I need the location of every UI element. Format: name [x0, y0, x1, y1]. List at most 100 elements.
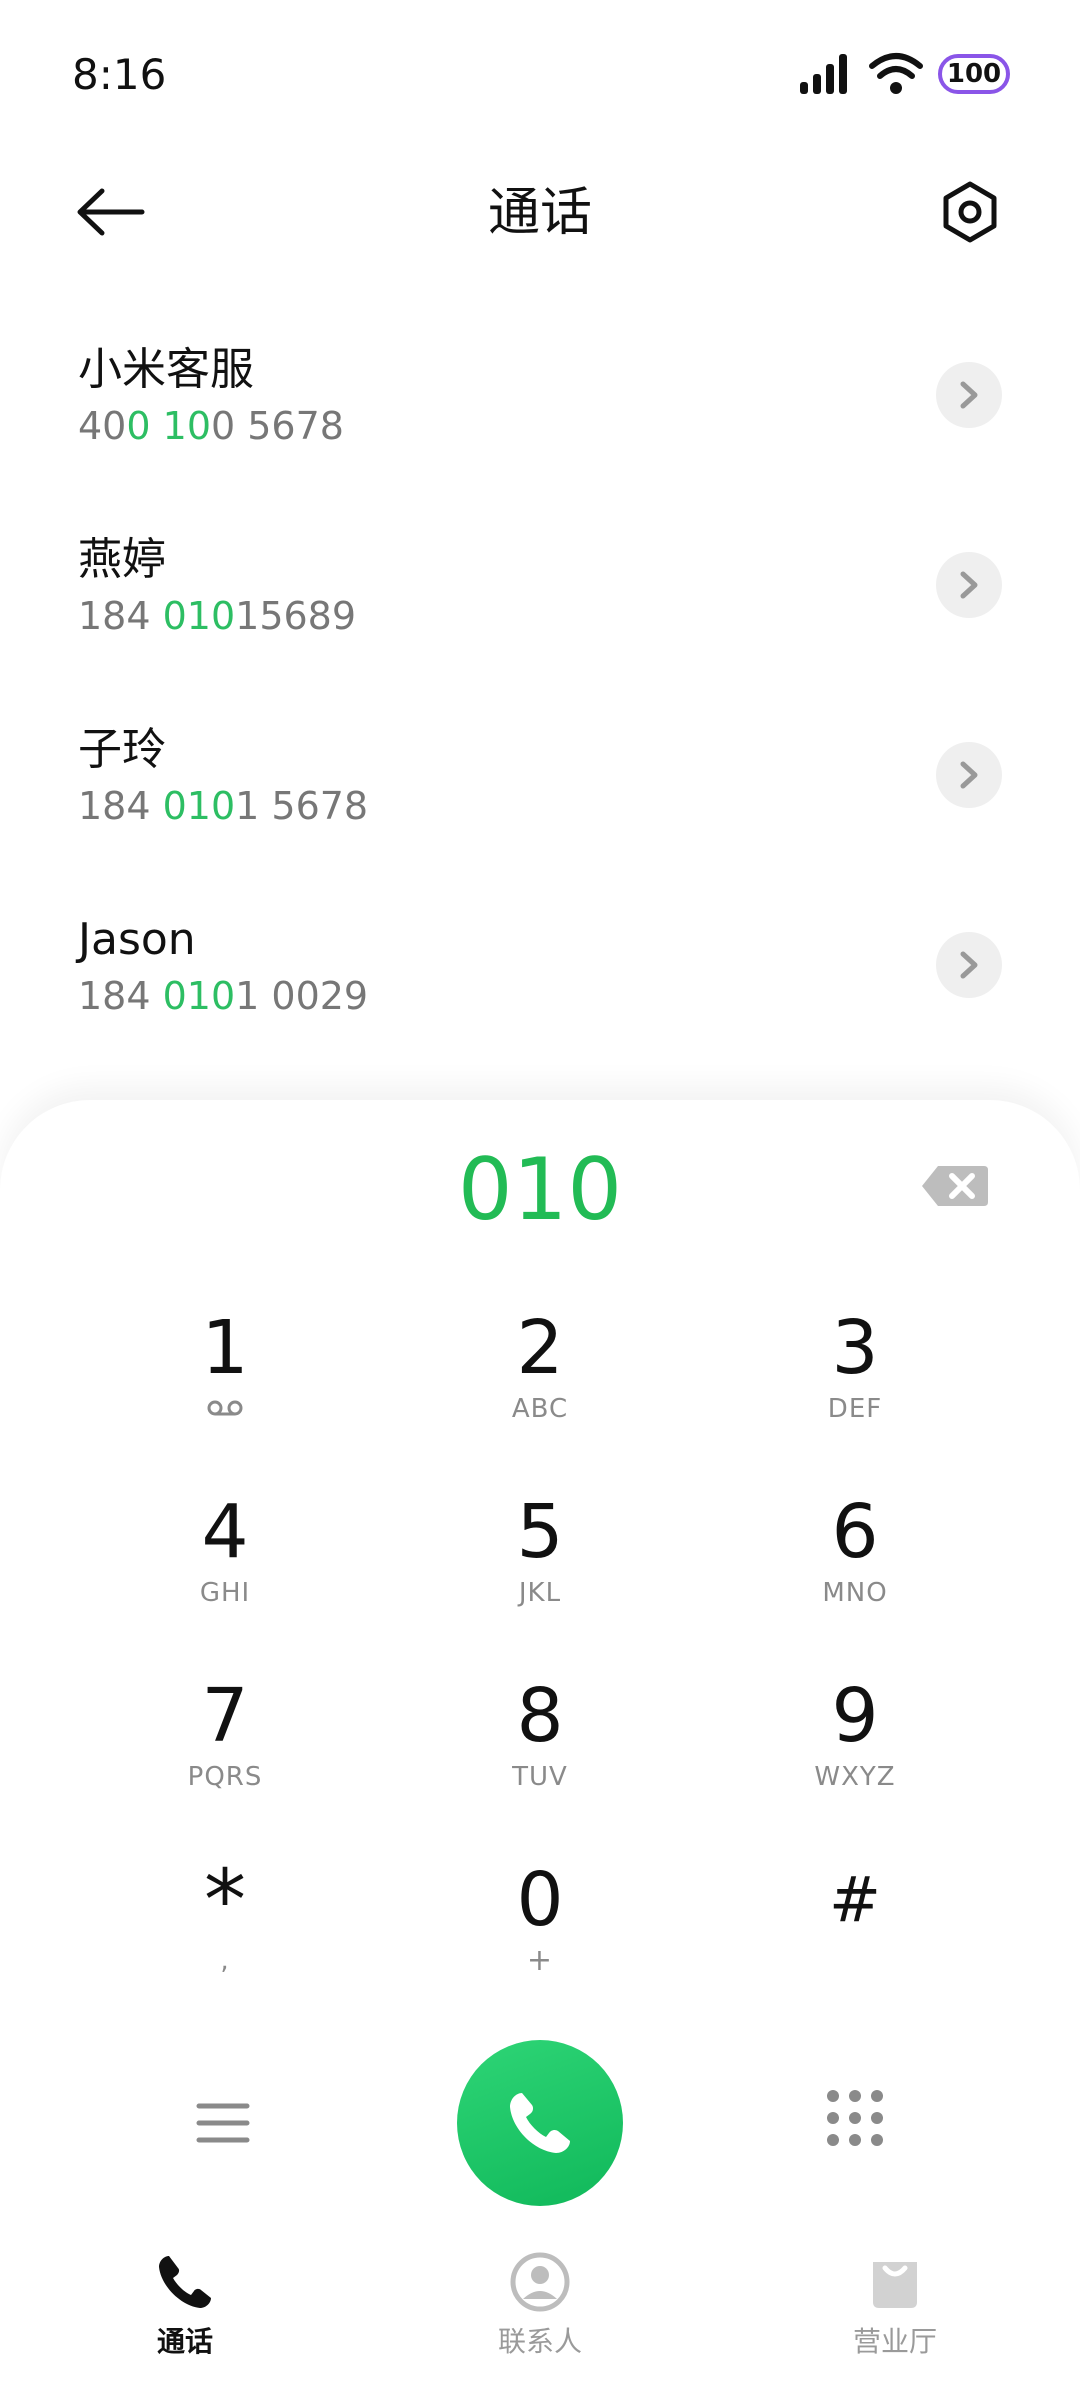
result-item[interactable]: 小米客服 400 100 5678: [0, 330, 1080, 520]
number-match: 10: [162, 404, 211, 448]
result-name: 燕婷: [78, 534, 166, 585]
key-letters: TUV: [512, 1762, 568, 1792]
shopping-bag-icon: [873, 2262, 917, 2308]
keypad-toggle-button[interactable]: [825, 2088, 885, 2148]
key-digit: 5: [516, 1489, 564, 1575]
number-text: 184: [78, 784, 163, 828]
settings-button[interactable]: [930, 172, 1010, 252]
key-2[interactable]: 2 ABC: [420, 1305, 660, 1465]
header: 通话: [0, 160, 1080, 260]
key-digit: 7: [201, 1673, 249, 1759]
number-text: [151, 404, 163, 448]
detail-button[interactable]: [936, 742, 1002, 808]
result-number: 184 0101 5678: [78, 780, 1080, 832]
battery-indicator: 100: [938, 54, 1010, 94]
key-1[interactable]: 1: [105, 1305, 345, 1465]
number-text: 1 5678: [235, 784, 369, 828]
result-item[interactable]: 子玲 184 0101 5678: [0, 710, 1080, 900]
key-7[interactable]: 7 PQRS: [105, 1673, 345, 1833]
key-digit: 8: [516, 1673, 564, 1759]
key-letters: ABC: [511, 1394, 569, 1424]
key-0[interactable]: 0 +: [420, 1857, 660, 2017]
key-letters: PQRS: [187, 1762, 263, 1792]
key-9[interactable]: 9 WXYZ: [735, 1673, 975, 1833]
number-text: 40: [78, 404, 127, 448]
backspace-button[interactable]: [920, 1162, 990, 1210]
status-icons: 100: [798, 52, 1010, 96]
key-8[interactable]: 8 TUV: [420, 1673, 660, 1833]
key-letters: MNO: [822, 1578, 888, 1608]
phone-screen: 8:16 100 通话 小米客服 400 100 5678 燕婷 184 010…: [0, 0, 1080, 2402]
dialed-number: 010: [457, 1140, 623, 1240]
chevron-right-icon: [960, 571, 978, 599]
result-number: 184 0101 0029: [78, 970, 1080, 1022]
status-bar: 8:16 100: [0, 0, 1080, 150]
key-letters: ,: [220, 1946, 230, 1976]
key-5[interactable]: 5 JKL: [420, 1489, 660, 1649]
number-match: 010: [162, 784, 236, 828]
key-digit: 3: [831, 1305, 879, 1391]
key-hash[interactable]: #: [735, 1857, 975, 2017]
detail-button[interactable]: [936, 362, 1002, 428]
number-text: 184: [78, 974, 163, 1018]
menu-button[interactable]: [195, 2100, 251, 2146]
voicemail-icon: [207, 1400, 243, 1416]
key-letters: WXYZ: [814, 1762, 896, 1792]
key-6[interactable]: 6 MNO: [735, 1489, 975, 1649]
key-digit: #: [829, 1863, 881, 1936]
result-name: 子玲: [78, 724, 166, 775]
key-letters: JKL: [518, 1578, 562, 1608]
key-digit: 2: [516, 1305, 564, 1391]
key-digit: 0: [516, 1857, 564, 1943]
key-3[interactable]: 3 DEF: [735, 1305, 975, 1465]
number-text: 15689: [235, 594, 357, 638]
call-button[interactable]: [457, 2040, 623, 2206]
bottom-nav: 通话 联系人 营业厅: [0, 2250, 1080, 2402]
key-letters: GHI: [199, 1578, 251, 1608]
result-name: 小米客服: [78, 344, 254, 395]
key-letters: +: [526, 1943, 554, 1978]
key-digit: *: [204, 1851, 246, 1949]
nav-label: 营业厅: [852, 2325, 937, 2358]
chevron-right-icon: [960, 381, 978, 409]
phone-icon: [159, 2256, 211, 2308]
hexagon-settings-icon: [943, 181, 997, 243]
result-item[interactable]: 燕婷 184 01015689: [0, 520, 1080, 710]
wifi-icon: [869, 53, 923, 94]
page-title: 通话: [487, 183, 592, 243]
number-text: 0 5678: [211, 404, 344, 448]
key-star[interactable]: * ,: [105, 1857, 345, 2017]
number-match: 0: [126, 404, 151, 448]
detail-button[interactable]: [936, 552, 1002, 618]
result-number: 400 100 5678: [78, 400, 1080, 452]
result-number: 184 01015689: [78, 590, 1080, 642]
result-item[interactable]: Jason 184 0101 0029: [0, 900, 1080, 1090]
phone-icon: [510, 2093, 570, 2153]
key-letters: DEF: [827, 1394, 883, 1424]
key-4[interactable]: 4 GHI: [105, 1489, 345, 1649]
number-match: 010: [162, 594, 236, 638]
chevron-right-icon: [960, 761, 978, 789]
nav-item-contacts[interactable]: 联系人: [410, 2250, 670, 2360]
number-match: 010: [162, 974, 236, 1018]
key-digit: 4: [201, 1489, 249, 1575]
number-text: 184: [78, 594, 163, 638]
key-digit: 1: [201, 1305, 249, 1391]
result-name: Jason: [78, 914, 196, 965]
contact-icon: [510, 2252, 570, 2312]
nav-item-calls[interactable]: 通话: [55, 2250, 315, 2360]
key-digit: 9: [831, 1673, 879, 1759]
dialpad-actions: [0, 2040, 1080, 2210]
number-text: 1 0029: [235, 974, 369, 1018]
signal-icon: [800, 54, 847, 94]
nav-item-store[interactable]: 营业厅: [765, 2250, 1025, 2360]
status-time: 8:16: [72, 50, 167, 99]
detail-button[interactable]: [936, 932, 1002, 998]
chevron-right-icon: [960, 951, 978, 979]
contact-results: 小米客服 400 100 5678 燕婷 184 01015689 子玲 184…: [0, 330, 1080, 1090]
key-digit: 6: [831, 1489, 879, 1575]
nav-label: 通话: [156, 2325, 213, 2358]
battery-level: 100: [946, 59, 1002, 89]
dialpad-panel: 010 1 2 ABC 3 DEF 4 GHI 5 JKL 6 MNO 7 PQ…: [0, 1100, 1080, 2402]
nav-label: 联系人: [497, 2325, 582, 2358]
